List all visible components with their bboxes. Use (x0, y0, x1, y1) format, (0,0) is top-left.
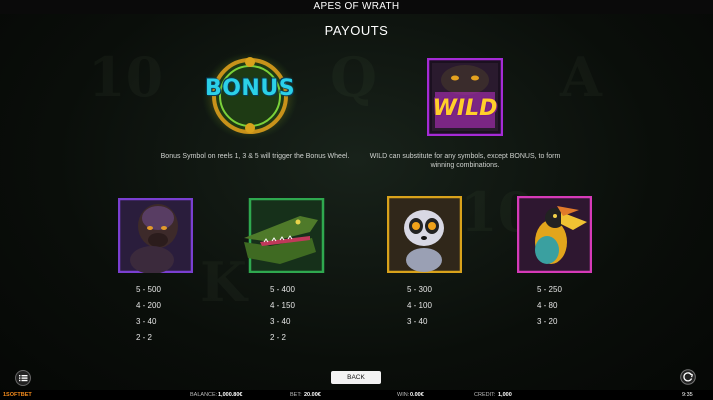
win-label: WIN: (397, 392, 410, 398)
payout-row: 5 - 300 (407, 285, 432, 294)
payout-row: 3 - 40 (407, 317, 428, 326)
bet-label: BET: (290, 392, 302, 398)
brand-logo: 1SOFTBET (3, 392, 32, 398)
crocodile-payout-list: 5 - 400 4 - 150 3 - 40 2 - 2 (270, 282, 295, 346)
bet-value: 20.00€ (304, 392, 321, 398)
autoplay-icon[interactable] (680, 369, 696, 385)
payout-row: 4 - 100 (407, 301, 432, 310)
payout-row: 4 - 150 (270, 301, 295, 310)
payout-row: 2 - 2 (136, 333, 153, 342)
gorilla-payout-list: 5 - 500 4 - 200 3 - 40 2 - 2 (136, 282, 161, 346)
menu-icon[interactable] (14, 370, 32, 386)
clock: 9:35 (682, 392, 693, 398)
win-value: 0.00€ (410, 392, 424, 398)
lemur-payout-list: 5 - 300 4 - 100 3 - 40 (407, 282, 432, 330)
balance-label: BALANCE: (190, 392, 218, 398)
payout-row: 3 - 40 (270, 317, 291, 326)
credit-label: CREDIT: (474, 392, 496, 398)
wild-logo-text: WILD (432, 96, 498, 121)
lemur-symbol (386, 195, 463, 274)
gorilla-symbol (117, 197, 194, 274)
bonus-logo-text: BONUS (204, 76, 296, 101)
ghost-reel-symbol: Q (330, 45, 378, 109)
ghost-reel-symbol: 10 (88, 45, 164, 109)
wild-description: WILD can substitute for any symbols, exc… (369, 153, 561, 169)
payout-row: 4 - 80 (537, 301, 558, 310)
balance-value: 1,000.80€ (218, 392, 243, 398)
payout-row: 3 - 40 (136, 317, 157, 326)
bonus-symbol: BONUS (190, 48, 310, 144)
hornbill-symbol (516, 195, 593, 274)
hornbill-payout-list: 5 - 250 4 - 80 3 - 20 (537, 282, 562, 330)
payout-row: 5 - 250 (537, 285, 562, 294)
bonus-description: Bonus Symbol on reels 1, 3 & 5 will trig… (160, 153, 350, 160)
back-button[interactable]: BACK (331, 371, 381, 384)
payout-row: 5 - 500 (136, 285, 161, 294)
payout-row: 4 - 200 (136, 301, 161, 310)
window-title: APES OF WRATH (0, 0, 713, 14)
credit-value: 1,000 (498, 392, 512, 398)
page-title: PAYOUTS (324, 23, 389, 38)
status-bar: 1SOFTBET BALANCE: 1,000.80€ BET: 20.00€ … (0, 390, 713, 400)
ghost-reel-symbol: A (560, 45, 602, 109)
wild-symbol: WILD (426, 57, 504, 137)
payout-row: 3 - 20 (537, 317, 558, 326)
crocodile-symbol (240, 197, 326, 274)
payout-row: 5 - 400 (270, 285, 295, 294)
payout-row: 2 - 2 (270, 333, 287, 342)
